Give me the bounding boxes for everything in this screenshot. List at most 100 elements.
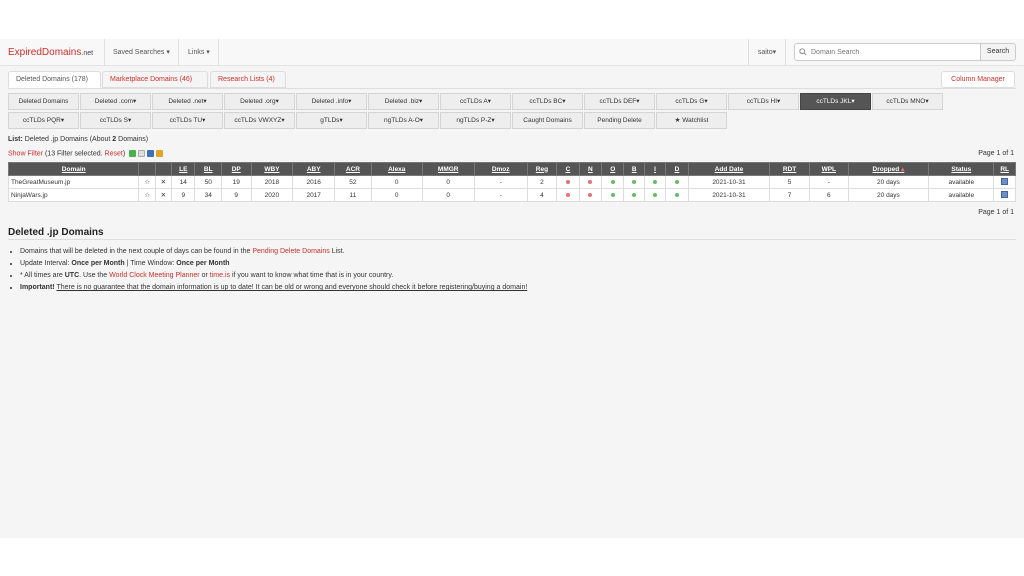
filter-ngtlds-p-z[interactable]: ngTLDs P-Z▾ [440,112,511,129]
table-row: NinjaWars.jp ☆ ✕ 9 34 9 2020 2017 11 0 0… [7,188,1016,202]
filter-caught-domains[interactable]: Caught Domains [512,112,583,129]
cell-status[interactable]: available [928,188,995,202]
cell-le: 14 [171,175,196,189]
hide-x-icon[interactable]: ✕ [154,188,173,202]
results-table: Domain LE BL DP WBY ABY ACR Alexa MMGR D… [7,162,1016,202]
cell-rl[interactable] [993,175,1016,189]
filter-cctlds-mno[interactable]: ccTLDs MNO▾ [872,93,943,110]
cell-wby: 2018 [250,175,294,189]
filter-cctlds-hi[interactable]: ccTLDs HI▾ [728,93,799,110]
filter-cctlds-s[interactable]: ccTLDs S▾ [80,112,151,129]
filter-deleted-info[interactable]: Deleted .info▾ [296,93,367,110]
status-dot [674,179,679,184]
cell-bl[interactable]: 50 [194,175,222,189]
filter-cctlds-jkl[interactable]: ccTLDs JKL▾ [800,93,871,110]
filter-gtlds[interactable]: gTLDs▾ [296,112,367,129]
cell-mmgr: 0 [421,188,475,202]
cell-aby: 2016 [292,175,336,189]
domain-link[interactable]: NinjaWars.jp [7,188,140,202]
reset-filter-link[interactable]: Reset [105,150,123,157]
filter-deleted-domains[interactable]: Deleted Domains [8,93,79,110]
col-le[interactable]: LE [171,162,196,176]
filter-deleted-net[interactable]: Deleted .net▾ [152,93,223,110]
folder-icon[interactable] [156,150,164,157]
export-csv-icon[interactable] [129,150,137,157]
col-rl[interactable]: RL [993,162,1016,176]
filter-deleted-com[interactable]: Deleted .com▾ [80,93,151,110]
col-bl[interactable]: BL [194,162,222,176]
filter-cctlds-pqr[interactable]: ccTLDs PQR▾ [8,112,79,129]
col-status[interactable]: Status [928,162,995,176]
tab-marketplace-domains[interactable]: Marketplace Domains (46) [102,71,208,88]
col-rdt[interactable]: RDT [769,162,810,176]
saved-searches-dropdown[interactable]: Saved Searches ▾ [104,39,179,66]
user-menu[interactable]: saito▾ [748,39,786,66]
col-c[interactable]: C [556,162,580,176]
search-button[interactable]: Search [980,43,1016,61]
tab-research-lists[interactable]: Research Lists (4) [210,71,286,88]
export-text-icon[interactable] [138,150,146,157]
pagination-top: Page 1 of 1 [978,150,1014,157]
related-links-icon[interactable] [1001,190,1009,198]
domain-link[interactable]: TheGreatMuseum.jp [7,175,140,189]
col-o[interactable]: O [601,162,625,176]
col-b[interactable]: B [623,162,645,176]
column-manager-button[interactable]: Column Manager [941,71,1015,88]
hide-x-icon[interactable]: ✕ [154,175,173,189]
links-dropdown[interactable]: Links ▾ [180,39,219,66]
col-reg[interactable]: Reg [526,162,558,176]
cell-i [643,175,667,189]
time-is-link[interactable]: time.is [210,272,230,279]
cell-wpl[interactable]: 6 [808,188,849,202]
search-input[interactable] [794,43,981,61]
filter-deleted-biz[interactable]: Deleted .biz▾ [368,93,439,110]
cell-wpl: - [808,175,849,189]
disclaimer-text: There is no guarantee that the domain in… [56,284,528,291]
cell-bl[interactable]: 34 [194,188,222,202]
col-dmoz[interactable]: Dmoz [473,162,528,176]
col-aby[interactable]: ABY [292,162,336,176]
filter-ngtlds-a-o[interactable]: ngTLDs A-O▾ [368,112,439,129]
col-n[interactable]: N [578,162,603,176]
cell-rl[interactable] [993,188,1016,202]
col-add-date[interactable]: Add Date [687,162,771,176]
tab-deleted-domains[interactable]: Deleted Domains (178) [8,71,101,88]
cell-le: 9 [171,188,196,202]
caret-down-icon: ▾ [166,49,170,56]
filter-deleted-org[interactable]: Deleted .org▾ [224,93,295,110]
filter-cctlds-vwxyz[interactable]: ccTLDs VWXYZ▾ [224,112,295,129]
filter-cctlds-g[interactable]: ccTLDs G▾ [656,93,727,110]
filter-pending-delete[interactable]: Pending Delete [584,112,655,129]
col-wpl[interactable]: WPL [808,162,849,176]
col-d[interactable]: D [665,162,689,176]
col-dp[interactable]: DP [220,162,252,176]
filter-cctlds-a[interactable]: ccTLDs A▾ [440,93,511,110]
col-mmgr[interactable]: MMGR [421,162,475,176]
star-icon: ★ [674,117,681,124]
col-dropped[interactable]: Dropped ▴ [847,162,930,176]
filter-cctlds-def[interactable]: ccTLDs DEF▾ [584,93,655,110]
cell-acr: 52 [334,175,372,189]
watch-star-icon[interactable]: ☆ [138,188,156,202]
col-alexa[interactable]: Alexa [370,162,423,176]
filter-cctlds-tu[interactable]: ccTLDs TU▾ [152,112,223,129]
show-filter-link[interactable]: Show Filter [8,150,43,157]
save-icon[interactable] [147,150,155,157]
cell-status[interactable]: available [928,175,995,189]
col-domain[interactable]: Domain [7,162,140,176]
filter-cctlds-bc[interactable]: ccTLDs BC▾ [512,93,583,110]
filter-watchlist[interactable]: ★ Watchlist [656,112,727,129]
col-wby[interactable]: WBY [250,162,294,176]
related-links-icon[interactable] [1001,177,1009,185]
section-title: Deleted .jp Domains [8,227,104,238]
page: ExpiredDomains.net Saved Searches ▾ Link… [0,39,1024,538]
col-acr[interactable]: ACR [334,162,372,176]
col-i[interactable]: I [643,162,667,176]
list-info: List: Deleted .jp Domains (About 2 Domai… [8,136,149,143]
site-logo[interactable]: ExpiredDomains.net [8,47,93,58]
watch-star-icon[interactable]: ☆ [138,175,156,189]
list-item: Important! There is no guarantee that th… [20,282,527,294]
world-clock-link[interactable]: World Clock Meeting Planner [109,272,200,279]
status-dot [632,192,637,197]
pending-delete-link[interactable]: Pending Delete Domains [252,248,329,255]
